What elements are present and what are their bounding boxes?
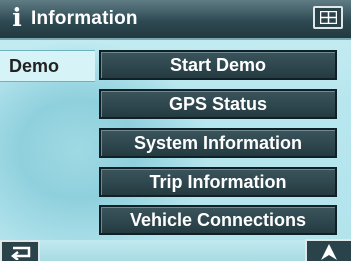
vehicle-connections-button[interactable]: Vehicle Connections [99, 205, 337, 235]
menu-grid-icon [320, 11, 337, 24]
menu-button[interactable] [313, 6, 343, 29]
title-bar: i Information [0, 0, 351, 40]
return-arrow-icon [10, 246, 31, 260]
info-icon: i [12, 3, 22, 32]
gps-status-button[interactable]: GPS Status [99, 89, 337, 119]
navigation-arrow-icon [321, 244, 337, 260]
system-information-button[interactable]: System Information [99, 128, 337, 158]
category-tab-demo[interactable]: Demo [0, 50, 95, 82]
trip-information-button[interactable]: Trip Information [99, 167, 337, 197]
start-demo-button[interactable]: Start Demo [99, 50, 337, 80]
page-title: Information [31, 8, 138, 29]
bottom-bar [0, 240, 351, 261]
info-screen: i Information Demo Start Demo GPS Status… [0, 0, 351, 261]
back-button[interactable] [0, 240, 40, 261]
navigation-button[interactable] [305, 239, 351, 261]
